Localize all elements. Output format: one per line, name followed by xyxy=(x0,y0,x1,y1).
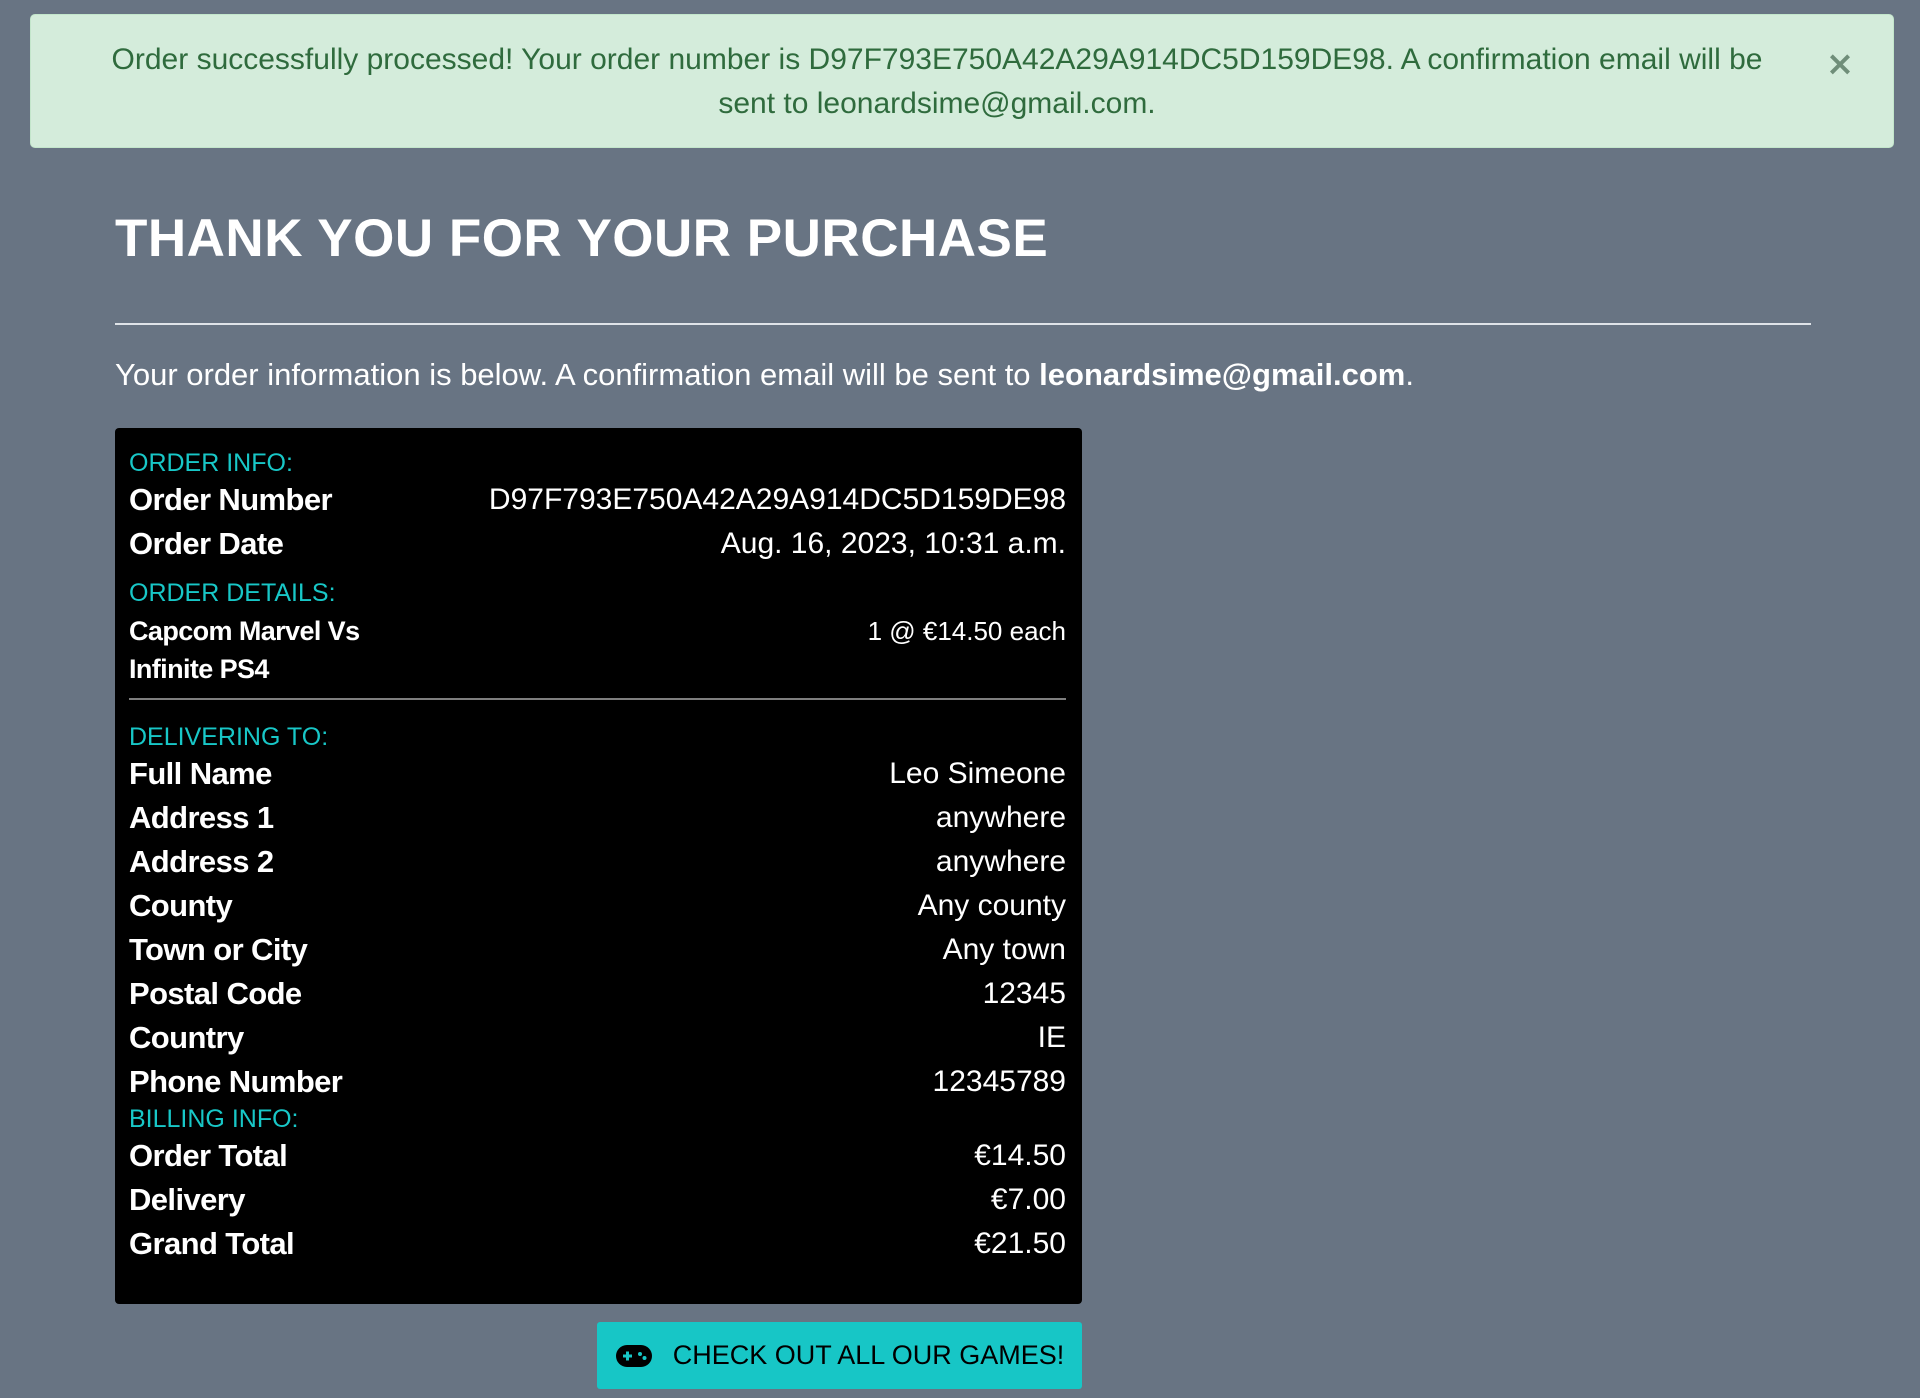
address-2-row: Address 2 anywhere xyxy=(129,840,1066,884)
row-value: anywhere xyxy=(935,845,1066,878)
close-icon: × xyxy=(1825,44,1855,84)
row-value: D97F793E750A42A29A914DC5D159DE98 xyxy=(488,483,1066,516)
row-value: €14.50 xyxy=(974,1139,1066,1172)
row-label: Postal Code xyxy=(129,976,302,1011)
row-label: Order Date xyxy=(129,526,284,561)
item-quantity-price: 1 @ €14.50 each xyxy=(867,616,1066,646)
panel-divider xyxy=(129,698,1066,700)
county-row: County Any county xyxy=(129,884,1066,928)
order-details-heading: Order Details: xyxy=(129,579,336,607)
order-item-row: Capcom Marvel Vs Infinite PS4 1 @ €14.50… xyxy=(129,612,1066,688)
order-number-row: Order Number D97F793E750A42A29A914DC5D15… xyxy=(129,478,1066,522)
row-label: Grand Total xyxy=(129,1226,295,1261)
row-value: Any county xyxy=(917,889,1066,922)
row-label: Address 1 xyxy=(129,800,274,835)
phone-number-row: Phone Number 12345789 xyxy=(129,1060,1066,1104)
intro-text: Your order information is below. A confi… xyxy=(115,355,1414,395)
row-label: Address 2 xyxy=(129,844,274,879)
alert-message: Order successfully processed! Your order… xyxy=(111,43,1763,120)
delivering-to-heading: Delivering To: xyxy=(129,723,329,751)
country-row: Country IE xyxy=(129,1016,1066,1060)
cta-label: Check out all our games! xyxy=(672,1340,1065,1370)
order-date-row: Order Date Aug. 16, 2023, 10:31 a.m. xyxy=(129,522,1066,566)
row-value: Leo Simeone xyxy=(889,757,1066,790)
success-alert: Order successfully processed! Your order… xyxy=(30,14,1894,148)
row-label: Phone Number xyxy=(129,1064,343,1099)
row-label: Order Total xyxy=(129,1138,288,1173)
row-label: Town or City xyxy=(129,932,308,967)
page-title: THANK YOU FOR YOUR PURCHASE xyxy=(115,209,1049,268)
town-or-city-row: Town or City Any town xyxy=(129,928,1066,972)
row-value: 12345789 xyxy=(932,1065,1066,1098)
gamepad-icon xyxy=(615,1344,653,1368)
row-label: Order Number xyxy=(129,482,333,517)
row-value: 12345 xyxy=(982,977,1066,1010)
item-name: Capcom Marvel Vs Infinite PS4 xyxy=(129,616,360,684)
delivery-row: Delivery €7.00 xyxy=(129,1178,1066,1222)
row-label: Full Name xyxy=(129,756,272,791)
grand-total-row: Grand Total €21.50 xyxy=(129,1222,1066,1266)
row-value: €21.50 xyxy=(974,1227,1066,1260)
title-divider xyxy=(115,323,1811,325)
row-label: Delivery xyxy=(129,1182,245,1217)
row-value: €7.00 xyxy=(990,1183,1066,1216)
order-info-heading: Order Info: xyxy=(129,449,293,477)
row-label: Country xyxy=(129,1020,244,1055)
postal-code-row: Postal Code 12345 xyxy=(129,972,1066,1016)
row-value: anywhere xyxy=(935,801,1066,834)
row-value: Aug. 16, 2023, 10:31 a.m. xyxy=(720,527,1066,560)
row-value: Any town xyxy=(942,933,1066,966)
intro-prefix: Your order information is below. A confi… xyxy=(115,357,1040,392)
order-total-row: Order Total €14.50 xyxy=(129,1134,1066,1178)
full-name-row: Full Name Leo Simeone xyxy=(129,752,1066,796)
intro-email: leonardsime@gmail.com xyxy=(1039,357,1406,392)
row-label: County xyxy=(129,888,233,923)
row-value: IE xyxy=(1037,1021,1066,1054)
billing-info-heading: Billing Info: xyxy=(129,1105,299,1133)
check-out-games-button[interactable]: Check out all our games! xyxy=(597,1322,1082,1389)
intro-suffix: . xyxy=(1405,357,1414,392)
alert-close-button[interactable]: × xyxy=(1823,47,1857,81)
order-summary-panel: Order Info: Order Number D97F793E750A42A… xyxy=(115,428,1082,1304)
address-1-row: Address 1 anywhere xyxy=(129,796,1066,840)
